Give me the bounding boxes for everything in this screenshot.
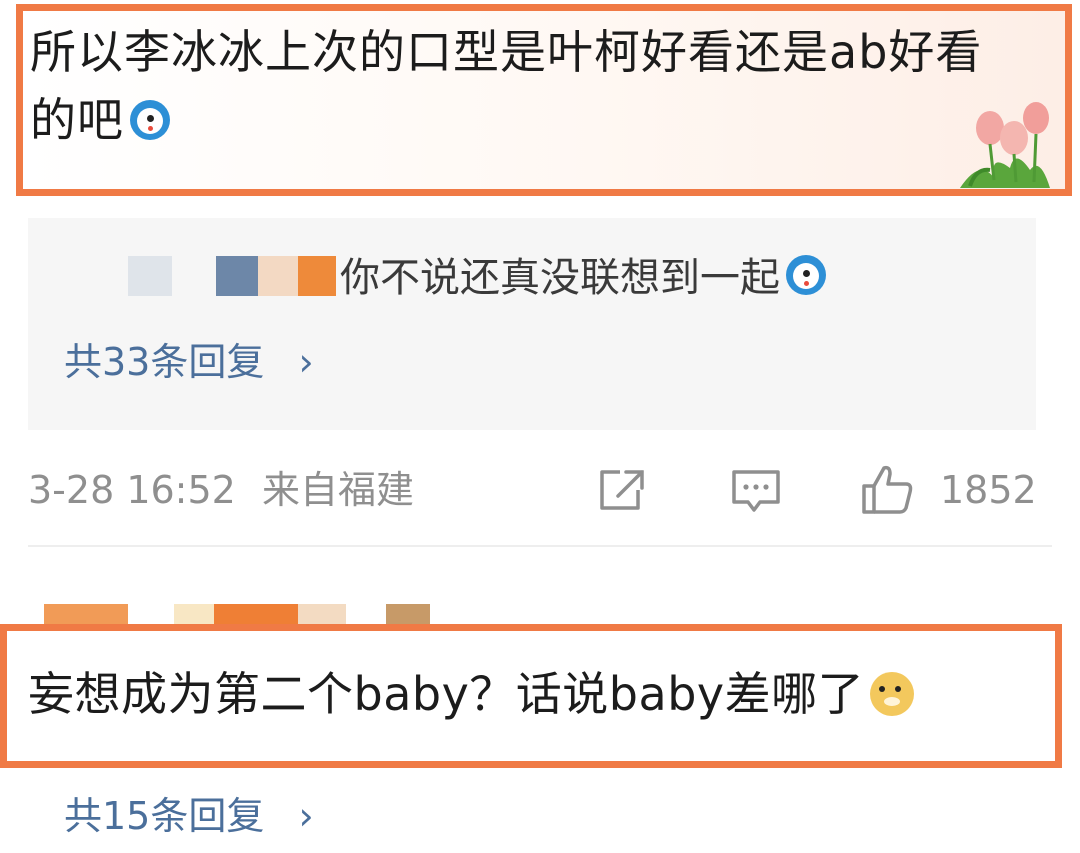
comment-2-text: 妄想成为第二个baby？话说baby差哪了 (28, 660, 915, 728)
chevron-right-icon: › (298, 340, 314, 384)
view-replies-link[interactable]: 共33条回复 › (64, 334, 314, 390)
comment-icon[interactable] (728, 464, 784, 516)
doraemon-face-icon (786, 255, 826, 295)
reply-preview-body: 你不说还真没联想到一起 (340, 255, 780, 301)
reply-count-label: 共15条回复 (64, 794, 265, 838)
comment-1-text: 所以李冰冰上次的口型是叶柯好看还是ab好看的吧 (30, 18, 1020, 154)
tulip-decoration-icon (960, 102, 1050, 188)
chevron-right-icon: › (298, 794, 314, 838)
reply-preview-line: 你不说还真没联想到一起 (128, 248, 1028, 308)
location-text: 来自福建 (261, 468, 414, 512)
like-count: 1852 (940, 468, 1037, 512)
comment-1-body: 所以李冰冰上次的口型是叶柯好看还是ab好看的吧 (30, 25, 983, 147)
view-replies-link[interactable]: 共15条回复 › (64, 788, 314, 844)
reply-preview-box[interactable]: 你不说还真没联想到一起 共33条回复 › (28, 218, 1036, 430)
redacted-username (258, 256, 298, 296)
doraemon-face-icon (130, 100, 170, 140)
comment-2-body: 妄想成为第二个baby？话说baby差哪了 (28, 667, 865, 721)
redacted-username (298, 256, 336, 296)
doge-icon (870, 672, 915, 716)
comment-timestamp: 3-28 16:52 来自福建 (28, 460, 414, 520)
divider (28, 545, 1052, 547)
redacted-username (128, 256, 172, 296)
timestamp-text: 3-28 16:52 (28, 468, 236, 512)
redacted-username (216, 256, 258, 296)
comment-meta-row: 3-28 16:52 来自福建 1852 (28, 460, 1048, 520)
reply-preview-text: 你不说还真没联想到一起 (340, 248, 826, 308)
comment-1: 所以李冰冰上次的口型是叶柯好看还是ab好看的吧 (0, 0, 1080, 205)
reply-count-label: 共33条回复 (64, 340, 265, 384)
like-icon[interactable] (860, 464, 916, 516)
share-icon[interactable] (594, 464, 650, 516)
